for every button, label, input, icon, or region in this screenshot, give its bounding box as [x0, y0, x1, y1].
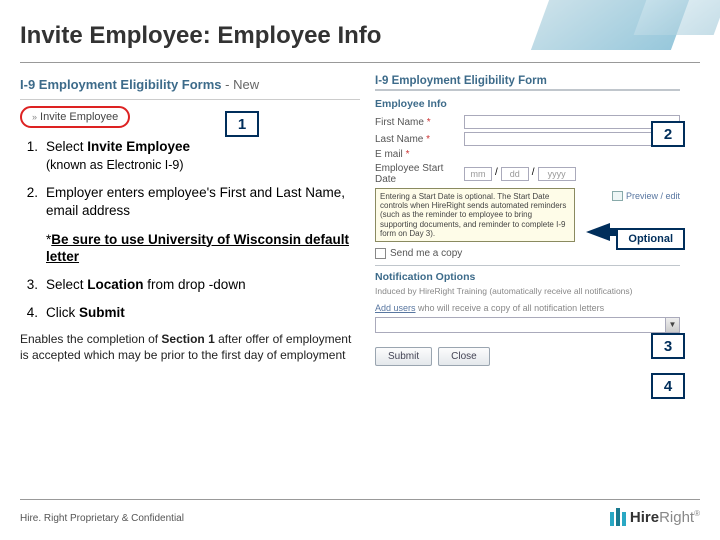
step-text: Click — [46, 305, 79, 320]
form-header: I-9 Employment Eligibility Form — [375, 73, 680, 91]
callout-1: 1 — [225, 111, 259, 137]
nav-header-text: I-9 Employment Eligibility Forms — [20, 77, 222, 92]
footer: Hire. Right Proprietary & Confidential H… — [20, 499, 700, 526]
start-date-label: Employee Start Date — [375, 163, 460, 185]
first-name-label: First Name * — [375, 117, 460, 128]
date-dd-input[interactable]: dd — [501, 167, 529, 181]
email-label: E mail * — [375, 149, 460, 160]
step-bold: Invite Employee — [87, 139, 190, 154]
enable-bold: Section 1 — [161, 332, 214, 346]
callout-4: 4 — [651, 373, 685, 399]
logo-text: HireRight® — [630, 509, 700, 526]
send-copy-checkbox[interactable] — [375, 248, 386, 259]
step-text: Select — [46, 139, 87, 154]
callout-2: 2 — [651, 121, 685, 147]
nav-header: I-9 Employment Eligibility Forms - New — [20, 73, 360, 96]
form-section-employee: Employee Info — [375, 95, 680, 112]
step-text: Employer enters employee's First and Las… — [46, 184, 360, 220]
addusers-desc: who will receive a copy of all notificat… — [416, 303, 605, 313]
first-name-input[interactable] — [464, 115, 680, 129]
preview-label: Preview / edit — [626, 191, 680, 201]
step-number: 2. — [20, 184, 46, 220]
addusers-link[interactable]: Add users — [375, 303, 416, 313]
invite-item-label: Invite Employee — [40, 111, 118, 123]
invite-arrow-icon: » — [32, 112, 37, 122]
step-bold: Submit — [79, 305, 125, 320]
hireright-logo: HireRight® — [610, 508, 700, 526]
last-name-row: Last Name * — [375, 132, 680, 146]
required-icon: * — [426, 134, 430, 145]
note-text: *Be sure to use University of Wisconsin … — [46, 231, 360, 266]
send-copy-label: Send me a copy — [390, 248, 462, 259]
preview-edit-link[interactable]: Preview / edit — [612, 191, 680, 201]
step-2: 2. Employer enters employee's First and … — [20, 184, 360, 220]
footer-divider — [20, 499, 700, 500]
decoration-shape-2 — [634, 0, 720, 35]
step-bold: Location — [87, 277, 143, 292]
enable-pre: Enables the completion of — [20, 332, 161, 346]
optional-label: Optional — [616, 228, 685, 250]
date-yyyy-input[interactable]: yyyy — [538, 167, 576, 181]
form-mockup: I-9 Employment Eligibility Form Employee… — [375, 73, 680, 366]
note-underlined: Be sure to use University of Wisconsin d… — [46, 232, 349, 265]
addusers-row: Add users who will receive a copy of all… — [375, 299, 680, 314]
footer-confidential: Hire. Right Proprietary & Confidential — [20, 513, 184, 524]
step-number: 3. — [20, 276, 46, 294]
step-number: 4. — [20, 304, 46, 322]
start-date-row: Employee Start Date mm/ dd/ yyyy — [375, 163, 680, 185]
optional-arrow-icon — [586, 223, 610, 241]
chevron-down-icon: ▼ — [665, 318, 679, 332]
nav-new-label: - New — [225, 77, 259, 92]
close-button[interactable]: Close — [438, 347, 490, 366]
email-row: E mail * — [375, 149, 680, 160]
start-date-tooltip: Entering a Start Date is optional. The S… — [375, 188, 575, 242]
step-1: 1. Select Invite Employee (known as Elec… — [20, 138, 360, 174]
step-text-post: from drop -down — [144, 277, 246, 292]
step-3: 3. Select Location from drop -down — [20, 276, 360, 294]
location-select[interactable]: ▼ — [375, 317, 680, 333]
nav-divider — [20, 99, 360, 100]
last-name-label: Last Name * — [375, 134, 460, 145]
date-sep: / — [532, 167, 535, 181]
nav-snippet: I-9 Employment Eligibility Forms - New »… — [20, 73, 360, 128]
step-subtext: (known as Electronic I-9) — [46, 157, 360, 174]
submit-button[interactable]: Submit — [375, 347, 432, 366]
step-text: Select — [46, 277, 87, 292]
date-sep: / — [495, 167, 498, 181]
invite-employee-link[interactable]: »Invite Employee — [20, 106, 130, 128]
title-divider — [20, 62, 700, 63]
date-mm-input[interactable]: mm — [464, 167, 492, 181]
enable-text: Enables the completion of Section 1 afte… — [20, 332, 360, 363]
required-icon: * — [406, 149, 410, 160]
steps-list: 1. Select Invite Employee (known as Elec… — [20, 138, 360, 322]
form-section-notification: Notification Options — [375, 265, 680, 285]
last-name-input[interactable] — [464, 132, 680, 146]
required-icon: * — [427, 117, 431, 128]
first-name-row: First Name * — [375, 115, 680, 129]
callout-3: 3 — [651, 333, 685, 359]
logo-bars-icon — [610, 508, 626, 526]
step-4: 4. Click Submit — [20, 304, 360, 322]
preview-icon — [612, 191, 623, 201]
notification-text: Induced by HireRight Training (automatic… — [375, 287, 680, 297]
step-number: 1. — [20, 138, 46, 174]
